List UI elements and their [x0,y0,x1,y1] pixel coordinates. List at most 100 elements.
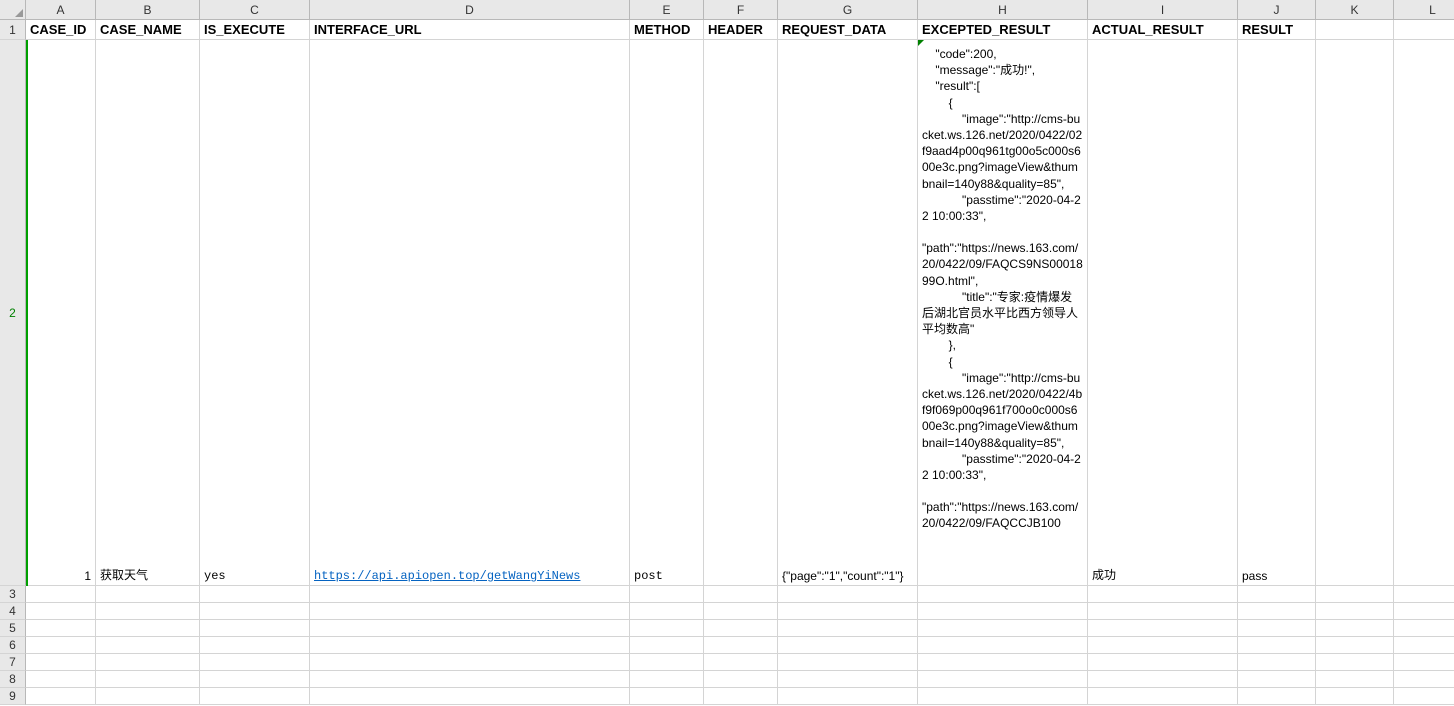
cell-I6[interactable] [1088,637,1238,654]
cell-G8[interactable] [778,671,918,688]
cell-L8[interactable] [1394,671,1454,688]
cell-G4[interactable] [778,603,918,620]
cell-J6[interactable] [1238,637,1316,654]
cell-G1[interactable]: REQUEST_DATA [778,20,918,40]
col-header-I[interactable]: I [1088,0,1238,20]
col-header-C[interactable]: C [200,0,310,20]
row-header-1[interactable]: 1 [0,20,26,40]
cell-F3[interactable] [704,586,778,603]
cell-J9[interactable] [1238,688,1316,705]
col-header-L[interactable]: L [1394,0,1454,20]
cell-F6[interactable] [704,637,778,654]
cell-I3[interactable] [1088,586,1238,603]
cell-K4[interactable] [1316,603,1394,620]
cell-G3[interactable] [778,586,918,603]
cell-C3[interactable] [200,586,310,603]
cell-A6[interactable] [26,637,96,654]
cell-K2[interactable] [1316,40,1394,586]
cell-C9[interactable] [200,688,310,705]
cell-I2[interactable]: 成功 [1088,40,1238,586]
cell-A8[interactable] [26,671,96,688]
cell-C6[interactable] [200,637,310,654]
cell-J4[interactable] [1238,603,1316,620]
cell-H3[interactable] [918,586,1088,603]
cell-L1[interactable] [1394,20,1454,40]
cell-I7[interactable] [1088,654,1238,671]
cell-A5[interactable] [26,620,96,637]
cell-J3[interactable] [1238,586,1316,603]
cell-G6[interactable] [778,637,918,654]
cell-H5[interactable] [918,620,1088,637]
cell-L2[interactable] [1394,40,1454,586]
col-header-G[interactable]: G [778,0,918,20]
row-header-4[interactable]: 4 [0,603,26,620]
col-header-D[interactable]: D [310,0,630,20]
cell-A3[interactable] [26,586,96,603]
cell-A9[interactable] [26,688,96,705]
col-header-F[interactable]: F [704,0,778,20]
cell-C5[interactable] [200,620,310,637]
cell-E7[interactable] [630,654,704,671]
cell-G9[interactable] [778,688,918,705]
cell-B4[interactable] [96,603,200,620]
cell-D6[interactable] [310,637,630,654]
cell-D8[interactable] [310,671,630,688]
cell-B1[interactable]: CASE_NAME [96,20,200,40]
cell-K9[interactable] [1316,688,1394,705]
cell-L4[interactable] [1394,603,1454,620]
cell-F7[interactable] [704,654,778,671]
cell-D1[interactable]: INTERFACE_URL [310,20,630,40]
cell-E8[interactable] [630,671,704,688]
cell-D9[interactable] [310,688,630,705]
cell-K3[interactable] [1316,586,1394,603]
cell-J2[interactable]: pass [1238,40,1316,586]
cell-H7[interactable] [918,654,1088,671]
cell-D7[interactable] [310,654,630,671]
cell-G5[interactable] [778,620,918,637]
cell-F8[interactable] [704,671,778,688]
cell-J8[interactable] [1238,671,1316,688]
cell-A7[interactable] [26,654,96,671]
col-header-E[interactable]: E [630,0,704,20]
cell-D4[interactable] [310,603,630,620]
cell-E5[interactable] [630,620,704,637]
cell-F2[interactable] [704,40,778,586]
col-header-H[interactable]: H [918,0,1088,20]
cell-H1[interactable]: EXCEPTED_RESULT [918,20,1088,40]
cell-I8[interactable] [1088,671,1238,688]
cell-C4[interactable] [200,603,310,620]
row-header-5[interactable]: 5 [0,620,26,637]
cell-E4[interactable] [630,603,704,620]
cell-I9[interactable] [1088,688,1238,705]
cell-L9[interactable] [1394,688,1454,705]
cell-A4[interactable] [26,603,96,620]
col-header-A[interactable]: A [26,0,96,20]
cell-C8[interactable] [200,671,310,688]
cell-C2[interactable]: yes [200,40,310,586]
row-header-3[interactable]: 3 [0,586,26,603]
cell-H8[interactable] [918,671,1088,688]
cell-J5[interactable] [1238,620,1316,637]
col-header-B[interactable]: B [96,0,200,20]
cell-B8[interactable] [96,671,200,688]
cell-B7[interactable] [96,654,200,671]
cell-E3[interactable] [630,586,704,603]
cell-E1[interactable]: METHOD [630,20,704,40]
row-header-2[interactable]: 2 [0,40,26,586]
cell-H6[interactable] [918,637,1088,654]
cell-H4[interactable] [918,603,1088,620]
row-header-8[interactable]: 8 [0,671,26,688]
cell-E6[interactable] [630,637,704,654]
cell-L6[interactable] [1394,637,1454,654]
cell-C7[interactable] [200,654,310,671]
cell-C1[interactable]: IS_EXECUTE [200,20,310,40]
cell-I1[interactable]: ACTUAL_RESULT [1088,20,1238,40]
cell-H2[interactable]: "code":200, "message":"成功!", "result":[ … [918,40,1088,586]
cell-H9[interactable] [918,688,1088,705]
cell-K5[interactable] [1316,620,1394,637]
row-header-6[interactable]: 6 [0,637,26,654]
cell-J7[interactable] [1238,654,1316,671]
row-header-7[interactable]: 7 [0,654,26,671]
cell-A1[interactable]: CASE_ID [26,20,96,40]
cell-E9[interactable] [630,688,704,705]
